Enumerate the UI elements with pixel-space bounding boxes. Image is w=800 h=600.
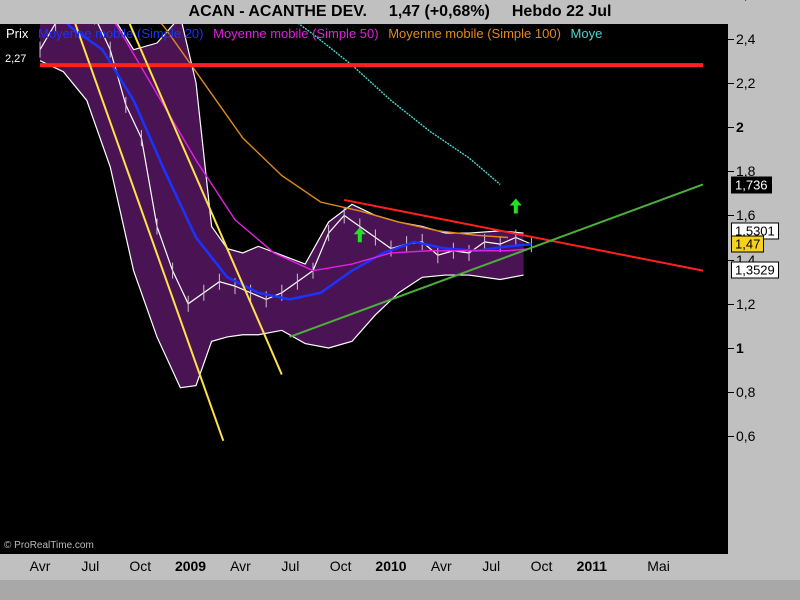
- x-tick-label: Avr: [230, 558, 251, 574]
- x-tick-label: Oct: [129, 558, 152, 574]
- y-tick-label: 1: [736, 340, 744, 356]
- value-tag: 1,47: [731, 235, 765, 253]
- plot-area: 2,27: [5, 24, 704, 442]
- price-label: 2,27: [5, 53, 26, 65]
- chart-legend: Prix Moyenne mobile (Simple 20) Moyenne …: [0, 24, 728, 44]
- y-tick: [728, 127, 734, 128]
- x-tick-label: Avr: [29, 558, 51, 574]
- y-tick: [728, 38, 734, 40]
- y-tick: [728, 436, 734, 438]
- x-tick-label: 2009: [174, 558, 207, 574]
- x-tick-label: Jul: [281, 558, 300, 574]
- y-tick-label: 2,4: [736, 30, 756, 47]
- y-tick-label: 2: [736, 119, 744, 135]
- y-tick-label: 0,8: [736, 384, 756, 401]
- legend-item-sma100: Moyenne mobile (Simple 100): [388, 26, 561, 41]
- bottom-bar: [0, 580, 800, 600]
- x-tick-label: Oct: [530, 558, 553, 574]
- x-tick-label: Jul: [482, 558, 501, 574]
- y-tick-label: 2,2: [736, 74, 756, 91]
- last-quote: 1,47 (+0,68%): [388, 3, 490, 20]
- x-tick-label: Jul: [81, 558, 100, 574]
- y-tick: [728, 303, 734, 305]
- y-tick: [728, 392, 734, 394]
- y-tick: [728, 171, 734, 173]
- legend-item-prix: Prix: [6, 26, 29, 41]
- plot-layer: 2,27: [5, 24, 704, 442]
- y-tick-label: 0,6: [736, 428, 756, 445]
- y-tick: [728, 215, 734, 217]
- x-axis: Avr Jul Oct 2009 Avr Jul Oct 2010 Avr Jul Oct 2011 M…: [0, 554, 800, 580]
- y-tick-label: 1,6: [736, 207, 756, 224]
- copyright-label: © ProRealTime.com: [4, 540, 94, 551]
- instrument-name: ACAN - ACANTHE DEV.: [188, 3, 367, 20]
- y-tick: [728, 259, 734, 261]
- chart-title: ACAN - ACANTHE DEV. 1,47 (+0,68%) Hebdo …: [0, 0, 800, 24]
- x-tick-label: Oct: [329, 558, 352, 574]
- x-tick-label: Avr: [430, 558, 452, 574]
- price-chart: 2,27: [5, 24, 704, 442]
- x-tick-label: 2010: [375, 558, 407, 574]
- period-label: Hebdo 22 Jul: [511, 3, 612, 20]
- up-arrow-icon: [509, 198, 522, 214]
- y-tick-label: 2,6: [736, 0, 755, 2]
- value-tag: 1,736: [731, 176, 772, 194]
- value-tag: 1,3529: [731, 261, 779, 279]
- y-tick-label: 1,2: [736, 295, 756, 312]
- legend-item-sma20: Moyenne mobile (Simple 20): [38, 26, 204, 41]
- x-tick-label: 2011: [576, 558, 608, 574]
- y-tick: [728, 82, 734, 84]
- x-tick-label: Mai: [647, 558, 670, 574]
- legend-item-sma-extra: Moye: [570, 26, 603, 41]
- legend-item-sma50: Moyenne mobile (Simple 50): [213, 26, 379, 41]
- y-tick: [728, 348, 734, 349]
